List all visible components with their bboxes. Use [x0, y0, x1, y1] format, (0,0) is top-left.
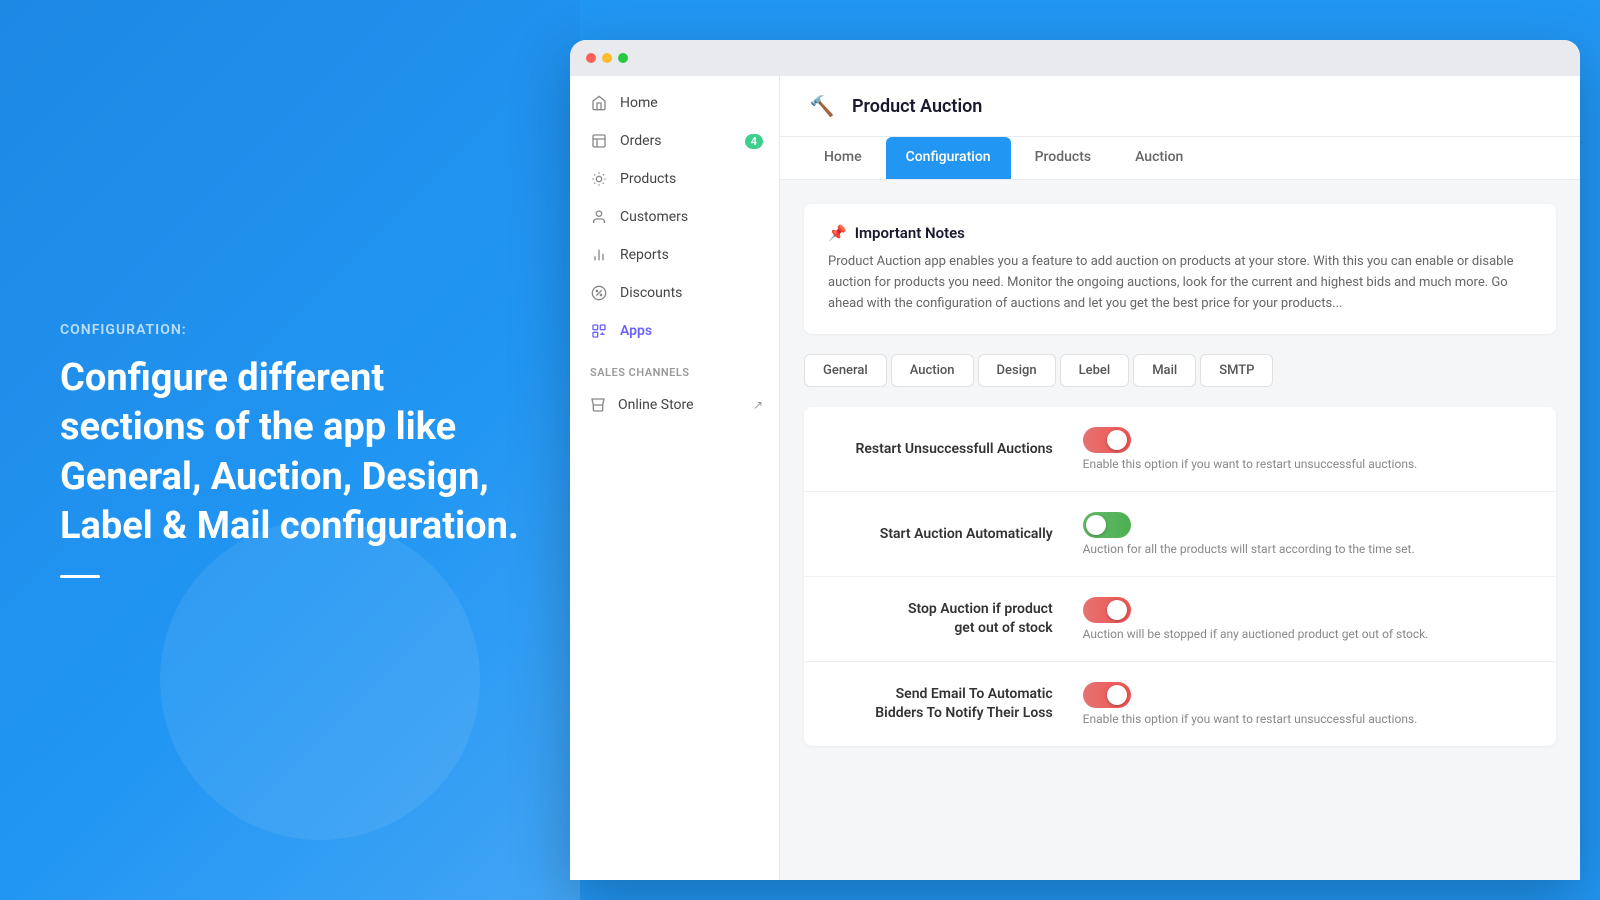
sidebar-item-online-store[interactable]: Online Store ↗ [570, 387, 779, 423]
setting-row-auto-start: Start Auction Automatically Auction for … [804, 492, 1556, 577]
sidebar-item-customers[interactable]: Customers [570, 198, 779, 236]
browser-dot-red[interactable] [586, 53, 596, 63]
sidebar-item-orders[interactable]: Orders 4 [570, 122, 779, 160]
title-underline [60, 575, 100, 578]
app-header: 🔨 Product Auction [780, 76, 1580, 137]
sidebar-label-apps: Apps [620, 323, 652, 339]
setting-label-restart: Restart Unsuccessfull Auctions [828, 441, 1083, 457]
setting-desc-auto-start: Auction for all the products will start … [1083, 542, 1532, 556]
sidebar: Home Orders 4 [570, 76, 780, 880]
orders-badge: 4 [745, 134, 763, 149]
store-icon [590, 397, 606, 413]
browser-window: Home Orders 4 [570, 40, 1580, 880]
config-tab-design[interactable]: Design [978, 354, 1056, 387]
sidebar-item-home[interactable]: Home [570, 84, 779, 122]
config-tab-smtp[interactable]: SMTP [1200, 354, 1273, 387]
setting-control-auto-start: Auction for all the products will start … [1083, 512, 1532, 556]
setting-control-stop-stock: Auction will be stopped if any auctioned… [1083, 597, 1532, 641]
tab-products[interactable]: Products [1015, 137, 1112, 179]
sidebar-item-reports[interactable]: Reports [570, 236, 779, 274]
sidebar-nav: Home Orders 4 [570, 84, 779, 880]
notes-text: Product Auction app enables you a featur… [828, 252, 1532, 314]
toggle-email-bidders[interactable] [1083, 682, 1131, 708]
toggle-row-restart [1083, 427, 1532, 453]
setting-control-restart: Enable this option if you want to restar… [1083, 427, 1532, 471]
config-tab-general[interactable]: General [804, 354, 887, 387]
tab-configuration[interactable]: Configuration [886, 137, 1011, 179]
toggle-row-auto-start [1083, 512, 1532, 538]
setting-label-stop-stock: Stop Auction if productget out of stock [828, 600, 1083, 639]
toggle-restart[interactable] [1083, 427, 1131, 453]
reports-icon [590, 246, 608, 264]
sidebar-label-reports: Reports [620, 247, 669, 263]
sidebar-label-discounts: Discounts [620, 285, 682, 301]
products-icon [590, 170, 608, 188]
config-tab-lebel[interactable]: Lebel [1060, 354, 1130, 387]
toggle-row-email-bidders [1083, 682, 1532, 708]
home-icon [590, 94, 608, 112]
settings-card: Restart Unsuccessfull Auctions Enable th… [804, 407, 1556, 746]
sales-channels-label: SALES CHANNELS [570, 350, 779, 387]
sidebar-label-orders: Orders [620, 133, 662, 149]
setting-row-email-bidders: Send Email To AutomaticBidders To Notify… [804, 662, 1556, 746]
online-store-label: Online Store [618, 397, 694, 413]
app-title: Product Auction [852, 96, 982, 117]
config-tab-auction[interactable]: Auction [891, 354, 974, 387]
discounts-icon [590, 284, 608, 302]
tab-nav: Home Configuration Products Auction [780, 137, 1580, 180]
config-label: CONFIGURATION: [60, 322, 520, 338]
sidebar-label-home: Home [620, 95, 658, 111]
left-panel: CONFIGURATION: Configure different secti… [0, 0, 580, 900]
app-layout: Home Orders 4 [570, 76, 1580, 880]
external-link-icon: ↗ [753, 398, 763, 412]
sidebar-item-apps[interactable]: Apps [570, 312, 779, 350]
browser-dot-green[interactable] [618, 53, 628, 63]
browser-dot-yellow[interactable] [602, 53, 612, 63]
setting-desc-stop-stock: Auction will be stopped if any auctioned… [1083, 627, 1532, 641]
browser-chrome [570, 40, 1580, 76]
toggle-auto-start[interactable] [1083, 512, 1131, 538]
sidebar-item-products[interactable]: Products [570, 160, 779, 198]
toggle-row-stop-stock [1083, 597, 1532, 623]
setting-row-stop-stock: Stop Auction if productget out of stock … [804, 577, 1556, 662]
main-content: 🔨 Product Auction Home Configuration Pro… [780, 76, 1580, 880]
setting-label-email-bidders: Send Email To AutomaticBidders To Notify… [828, 685, 1083, 724]
sidebar-item-discounts[interactable]: Discounts [570, 274, 779, 312]
notes-pin-icon: 📌 [828, 224, 847, 242]
setting-desc-restart: Enable this option if you want to restar… [1083, 457, 1532, 471]
sidebar-label-products: Products [620, 171, 676, 187]
tab-home[interactable]: Home [804, 137, 882, 179]
config-title: Configure different sections of the app … [60, 354, 520, 552]
setting-control-email-bidders: Enable this option if you want to restar… [1083, 682, 1532, 726]
orders-icon [590, 132, 608, 150]
content-area: 📌 Important Notes Product Auction app en… [780, 180, 1580, 880]
setting-label-auto-start: Start Auction Automatically [828, 526, 1083, 542]
toggle-stop-stock[interactable] [1083, 597, 1131, 623]
config-tabs: General Auction Design Lebel Mail SMTP [804, 354, 1556, 387]
tab-auction[interactable]: Auction [1115, 137, 1203, 179]
setting-row-restart: Restart Unsuccessfull Auctions Enable th… [804, 407, 1556, 492]
config-tab-mail[interactable]: Mail [1133, 354, 1196, 387]
notes-title: 📌 Important Notes [828, 224, 1532, 242]
apps-icon [590, 322, 608, 340]
setting-desc-email-bidders: Enable this option if you want to restar… [1083, 712, 1532, 726]
notes-card: 📌 Important Notes Product Auction app en… [804, 204, 1556, 334]
app-icon: 🔨 [804, 88, 840, 124]
sidebar-label-customers: Customers [620, 209, 688, 225]
customers-icon [590, 208, 608, 226]
deco-circle [160, 520, 480, 840]
